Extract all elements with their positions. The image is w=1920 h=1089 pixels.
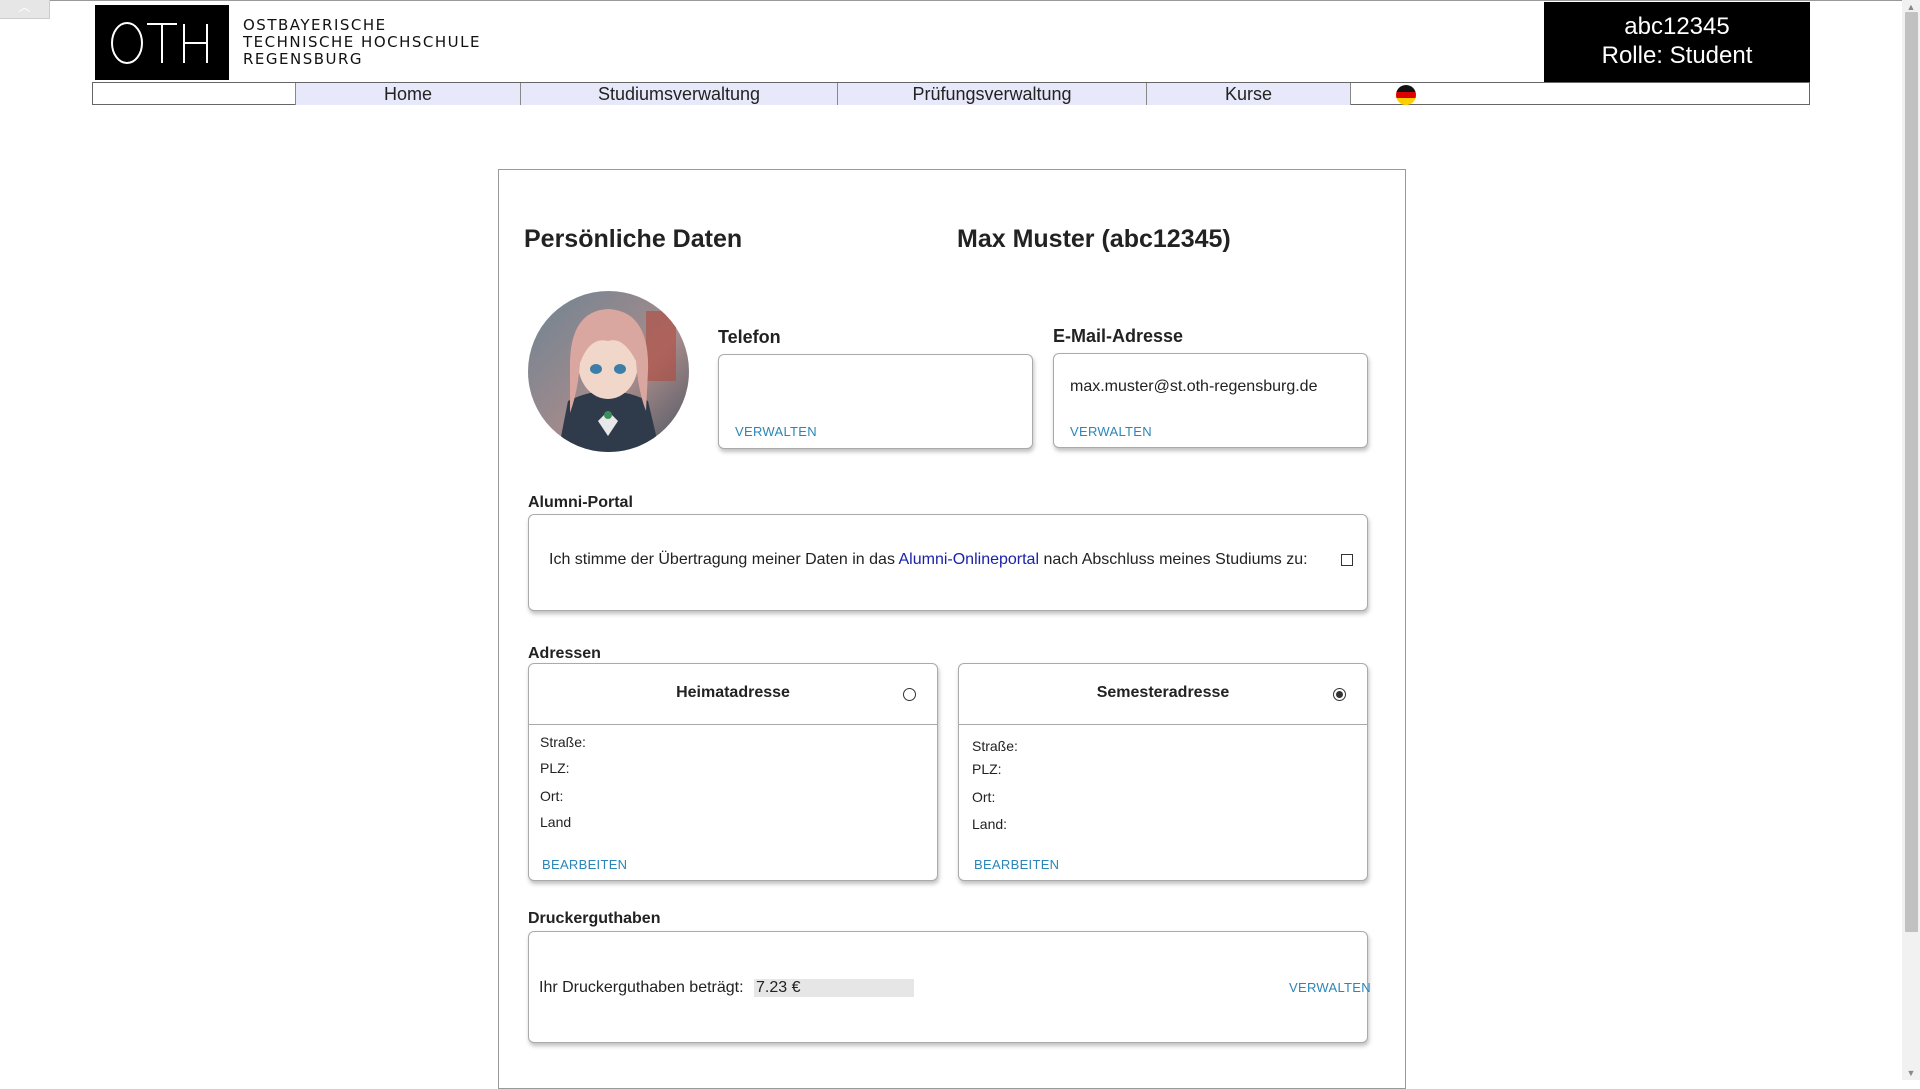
home-address-radio[interactable] <box>903 688 916 701</box>
home-zip-label: PLZ: <box>540 760 570 776</box>
alumni-text-after: nach Abschluss meines Studiums zu: <box>1039 551 1308 568</box>
nav-kurse[interactable]: Kurse <box>1146 83 1351 105</box>
avatar[interactable] <box>528 291 689 452</box>
semester-street-label: Straße: <box>972 738 1018 754</box>
email-label: E-Mail-Adresse <box>1053 326 1184 346</box>
student-name: Max Muster (abc12345) <box>957 225 1231 253</box>
institution-name: OSTBAYERISCHE TECHNISCHE HOCHSCHULE REGE… <box>243 17 481 68</box>
nav-studiumsverwaltung[interactable]: Studiumsverwaltung <box>520 83 838 105</box>
semester-city-label: Ort: <box>972 789 996 805</box>
alumni-text-before: Ich stimme der Übertragung meiner Daten … <box>549 551 899 568</box>
oth-logo-icon <box>111 21 208 64</box>
home-address-edit-link[interactable]: BEARBEITEN <box>542 857 627 872</box>
alumni-portal-link[interactable]: Alumni-Onlineportal <box>899 551 1040 568</box>
email-value: max.muster@st.oth-regensburg.de <box>1070 378 1318 395</box>
addresses-label: Adressen <box>528 645 601 662</box>
nav-home[interactable]: Home <box>295 83 521 105</box>
home-address-title: Heimatadresse <box>676 684 790 701</box>
home-city-label: Ort: <box>540 788 564 804</box>
semester-address-card: Semesteradresse <box>958 663 1368 881</box>
printer-credit-label: Druckerguthaben <box>528 910 661 927</box>
german-flag-icon[interactable] <box>1396 85 1416 105</box>
home-address-card: Heimatadresse <box>528 663 938 881</box>
scrollbar-thumb[interactable] <box>1905 12 1918 932</box>
avatar-image <box>528 291 689 452</box>
institution-line: REGENSBURG <box>243 50 364 68</box>
home-street-label: Straße: <box>540 734 586 750</box>
institution-line: TECHNISCHE HOCHSCHULE <box>243 33 481 51</box>
user-id: abc12345 <box>1624 13 1730 40</box>
semester-country-label: Land: <box>972 816 1008 832</box>
semester-address-title: Semesteradresse <box>1096 684 1230 701</box>
home-address-header: Heimatadresse <box>529 664 937 725</box>
institution-line: OSTBAYERISCHE <box>243 16 387 34</box>
alumni-consent-checkbox[interactable] <box>1341 554 1353 566</box>
phone-manage-link[interactable]: VERWALTEN <box>735 424 817 439</box>
user-info-box: abc12345 Rolle: Student <box>1544 2 1810 82</box>
user-role: Rolle: Student <box>1601 42 1753 69</box>
printer-credit-balance: 7.23 € <box>754 979 914 997</box>
nav-pruefungsverwaltung[interactable]: Prüfungsverwaltung <box>837 83 1147 105</box>
collapse-tab[interactable]: ︿ <box>0 0 50 19</box>
home-country-label: Land <box>540 814 572 830</box>
email-manage-link[interactable]: VERWALTEN <box>1070 424 1152 439</box>
window-top-edge <box>0 0 1920 1</box>
semester-address-edit-link[interactable]: BEARBEITEN <box>974 857 1059 872</box>
section-title: Persönliche Daten <box>524 225 743 253</box>
alumni-label: Alumni-Portal <box>528 494 633 511</box>
printer-credit-manage-link[interactable]: VERWALTEN <box>1289 980 1371 995</box>
printer-credit-text: Ihr Druckerguthaben beträgt: <box>539 979 744 996</box>
main-navigation: Home Studiumsverwaltung Prüfungsverwaltu… <box>92 82 1810 105</box>
semester-address-header: Semesteradresse <box>959 664 1367 725</box>
alumni-consent-text: Ich stimme der Übertragung meiner Daten … <box>549 551 1308 569</box>
phone-label: Telefon <box>718 327 781 347</box>
semester-address-radio[interactable] <box>1333 688 1346 701</box>
oth-logo[interactable] <box>95 5 229 80</box>
scroll-down-arrow-icon[interactable]: ▼ <box>1902 1066 1920 1080</box>
semester-zip-label: PLZ: <box>972 761 1002 777</box>
